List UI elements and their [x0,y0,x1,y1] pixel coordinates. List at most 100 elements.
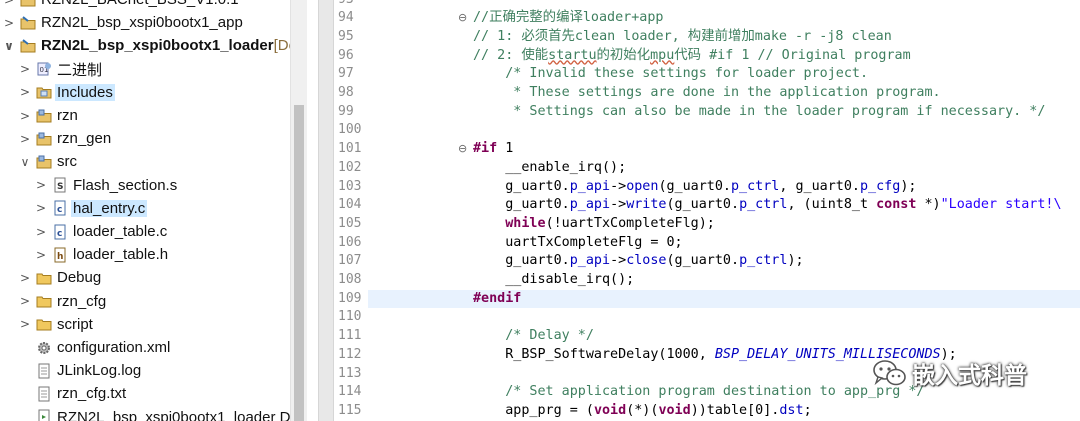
code-line[interactable]: /* Invalid these settings for loader pro… [368,65,1080,84]
code-line[interactable]: // 1: 必须首先clean loader, 构建前增加make -r -j8… [368,28,1080,47]
fold-toggle-icon[interactable]: ⊖ [458,140,467,159]
expand-toggle-icon[interactable]: > [18,109,32,123]
line-number: 106 [338,234,362,250]
code-line[interactable]: __disable_irq(); [368,271,1080,290]
tree-item-label: Debug [57,269,102,287]
code-line[interactable]: uartTxCompleteFlg = 0; [368,234,1080,253]
svg-text:S: S [57,182,63,192]
source-folder-icon [36,154,52,170]
code-line[interactable] [368,0,1080,9]
line-number: 114 [338,384,362,400]
collapse-toggle-icon[interactable]: ∨ [18,155,32,169]
line-number: 108 [338,272,362,287]
tree-item-label: JLinkLog.log [57,362,142,380]
tree-item[interactable]: > S Flash_section.s [0,174,177,197]
tree-item-label: RZN2L_bsp_xspi0bootx1_app [41,14,243,32]
code-line[interactable]: __enable_irq(); [368,159,1080,178]
expand-toggle-icon[interactable]: > [18,317,32,331]
code-token: mpu [650,47,675,63]
tree-item[interactable]: ∨RZN2L_bsp_xspi0bootx1_loader [Deb [0,34,305,57]
expand-toggle-icon[interactable]: > [34,201,48,215]
code-text: __enable_irq(); [473,159,626,178]
code-line[interactable]: // 2: 使能startu的初始化mpu代码 #if 1 // Origina… [368,47,1080,66]
code-text: // 2: 使能startu的初始化mpu代码 #if 1 // Origina… [473,47,911,66]
tree-item-label: RZN2L_bsp_xspi0bootx1_loader Del [57,408,303,421]
expand-toggle-icon[interactable]: > [18,132,32,146]
tree-item[interactable]: >01 二进制 [0,58,102,81]
source-folder-icon [36,108,52,124]
code-line[interactable]: * These settings are done in the applica… [368,84,1080,103]
expand-toggle-icon[interactable]: > [2,0,16,7]
explorer-scroll-thumb[interactable] [294,105,304,421]
folder-icon [36,293,52,309]
gear-icon [36,340,52,356]
tree-item[interactable]: > rzn_cfg [0,290,106,313]
tree-item[interactable]: > rzn [0,104,78,127]
code-token: const [876,197,917,213]
code-line[interactable]: g_uart0.p_api->close(g_uart0.p_ctrl); [368,252,1080,271]
code-token: write [626,197,667,213]
tree-item[interactable]: JLinkLog.log [0,359,141,382]
code-text: uartTxCompleteFlg = 0; [473,234,682,253]
expand-toggle-icon[interactable]: > [18,62,32,76]
binaries-icon: 01 [36,61,52,77]
code-line[interactable]: g_uart0.p_api->open(g_uart0.p_ctrl, g_ua… [368,178,1080,197]
tree-item[interactable]: > Includes [0,81,115,104]
fold-toggle-icon[interactable]: ⊖ [458,9,467,28]
tree-item[interactable]: > rzn_gen [0,127,111,150]
code-line[interactable]: ⊖ #if 1 [368,140,1080,159]
tree-item-label: rzn_cfg.txt [57,385,127,403]
tree-item[interactable]: > RZN2L_BACnet_BSS_V1.0.1 [0,0,239,11]
tree-item-label: loader_table.h [73,246,169,264]
code-token: /* Delay */ [473,328,594,344]
code-line[interactable]: /* Delay */ [368,327,1080,346]
tree-item-label: RZN2L_bsp_xspi0bootx1_loader [41,37,274,55]
tree-item-label: Includes [55,83,115,101]
tree-item[interactable]: configuration.xml [0,336,170,359]
tree-item[interactable]: > RZN2L_bsp_xspi0bootx1_app [0,11,243,34]
tree-item[interactable]: > c loader_table.c [0,220,167,243]
line-number: 101 [338,141,362,157]
tree-item[interactable]: > script [0,313,93,336]
collapse-toggle-icon[interactable]: ∨ [2,39,16,53]
code-token: close [626,253,667,269]
tree-item-label: script [57,315,93,333]
current-code-line[interactable]: #endif [368,289,1080,309]
expand-toggle-icon[interactable]: > [18,271,32,285]
expand-toggle-icon[interactable]: > [34,178,48,192]
code-text: g_uart0.p_api->write(g_uart0.p_ctrl, (ui… [473,196,1061,215]
expand-toggle-icon[interactable]: > [2,16,16,30]
tree-item[interactable]: > h loader_table.h [0,243,168,266]
expand-toggle-icon[interactable]: > [18,85,32,99]
code-line[interactable] [368,308,1080,327]
code-token: ); [900,178,917,194]
code-line[interactable]: * Settings can also be made in the loade… [368,103,1080,122]
tree-item[interactable]: > Debug [0,266,101,289]
expand-toggle-icon[interactable]: > [34,225,48,239]
line-number: 95 [338,28,354,44]
tree-item[interactable]: > c hal_entry.c [0,197,148,220]
code-line[interactable]: ⊖ //正确完整的编译loader+app [368,9,1080,28]
tree-item[interactable]: rzn_cfg.txt [0,382,126,405]
expand-toggle-icon[interactable]: > [18,294,32,308]
asm-file-icon: S [52,177,68,193]
tree-item[interactable]: ∨ src [0,150,77,173]
editor-overview-ruler[interactable] [318,0,334,421]
code-token: __disable_irq(); [473,272,635,287]
code-line[interactable] [368,121,1080,140]
code-token: (g_uart0. [666,197,740,213]
tree-item[interactable]: RZN2L_bsp_xspi0bootx1_loader Del [0,406,302,421]
line-number: 93 [338,0,368,9]
code-token: void [593,402,627,418]
expand-toggle-icon[interactable]: > [34,248,48,262]
code-line[interactable]: app_prg = (void(*)(void))table[0].dst; [368,402,1080,421]
code-token: p_api [569,178,611,194]
code-token: dst [779,402,804,418]
h-file-icon: h [52,247,68,263]
code-token: p_api [569,197,611,213]
code-text: /* Delay */ [473,327,594,346]
code-line[interactable]: while(!uartTxCompleteFlg); [368,215,1080,234]
code-line[interactable]: g_uart0.p_api->write(g_uart0.p_ctrl, (ui… [368,196,1080,215]
code-token: *) [916,197,941,213]
code-token: (g_uart0. [658,178,731,194]
